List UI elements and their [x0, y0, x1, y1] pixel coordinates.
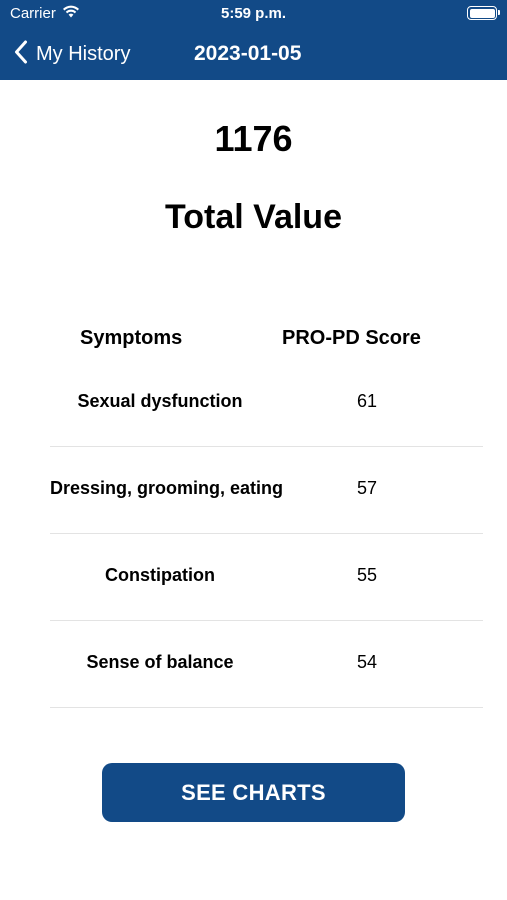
symptom-score: 61 — [356, 391, 378, 411]
see-charts-button[interactable]: SEE CHARTS — [102, 763, 405, 822]
back-label: My History — [36, 42, 131, 65]
table-row: Constipation 55 — [0, 534, 507, 621]
table-header: Symptoms PRO-PD Score — [0, 327, 507, 353]
header-symptoms: Symptoms — [80, 327, 183, 349]
symptom-score: 57 — [356, 478, 378, 498]
symptom-score: 55 — [356, 565, 378, 585]
symptom-name: Dressing, grooming, eating — [50, 478, 284, 498]
page-title: 2023-01-05 — [194, 42, 302, 65]
symptom-name: Sexual dysfunction — [77, 391, 243, 411]
header-score: PRO-PD Score — [282, 327, 421, 349]
status-bar: Carrier 5:59 p.m. — [0, 0, 507, 28]
total-value-number: 1176 — [214, 118, 293, 159]
table-row: Sense of balance 54 — [0, 621, 507, 708]
symptom-score: 54 — [356, 652, 378, 672]
status-time: 5:59 p.m. — [220, 5, 287, 22]
symptom-name: Constipation — [105, 565, 215, 585]
battery-icon — [467, 6, 500, 20]
navigation-bar: My History 2023-01-05 — [0, 28, 507, 80]
chevron-left-icon — [14, 40, 28, 69]
table-row: Sexual dysfunction 61 — [0, 360, 507, 447]
total-value-label: Total Value — [165, 198, 342, 236]
table-row: Dressing, grooming, eating 57 — [0, 447, 507, 534]
back-button[interactable]: My History — [14, 28, 130, 80]
row-divider — [50, 707, 483, 708]
symptom-name: Sense of balance — [86, 652, 234, 672]
